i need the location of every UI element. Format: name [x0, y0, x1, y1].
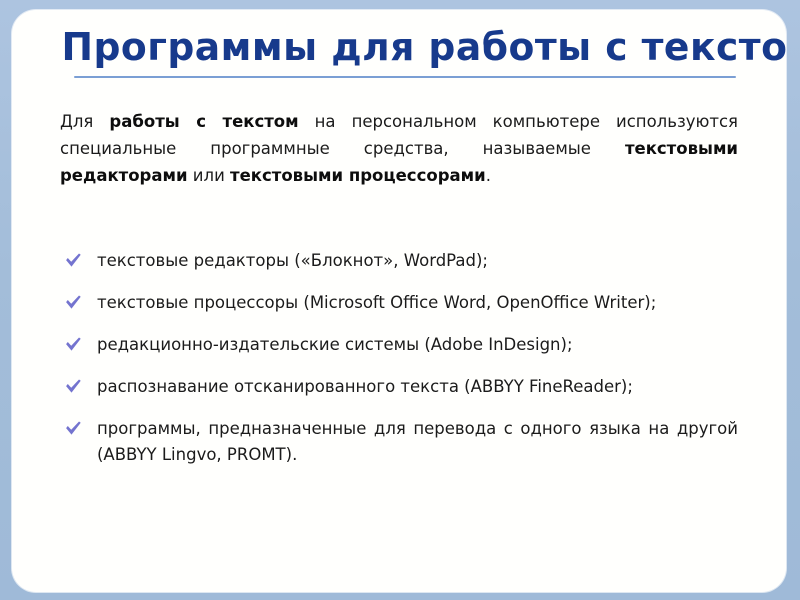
- intro-emphasis-1: работы с текстом: [109, 112, 299, 131]
- list-item: программы, предназначенные для перевода …: [64, 416, 738, 468]
- list-item-label: редакционно-издательские системы (Adobe …: [97, 335, 573, 354]
- software-category-list: текстовые редакторы («Блокнот», WordPad)…: [64, 248, 738, 468]
- intro-text-part-3: или: [187, 166, 231, 185]
- title-underline-rule: [74, 76, 736, 78]
- check-icon: [64, 251, 83, 270]
- check-icon: [64, 377, 83, 396]
- intro-emphasis-3: текстовыми процессорами: [230, 166, 486, 185]
- intro-paragraph: Для работы с текстом на персональном ком…: [60, 108, 738, 189]
- list-item: распознавание отсканированного текста (A…: [64, 374, 738, 400]
- slide-card: Программы для работы с текстом Для работ…: [12, 10, 786, 592]
- list-item: текстовые процессоры (Microsoft Office W…: [64, 290, 738, 316]
- body-area: Для работы с текстом на персональном ком…: [60, 108, 738, 189]
- check-icon: [64, 293, 83, 312]
- list-item-label: текстовые процессоры (Microsoft Office W…: [97, 293, 657, 312]
- intro-text-part-4: .: [485, 166, 491, 185]
- list-item-label: текстовые редакторы («Блокнот», WordPad)…: [97, 251, 488, 270]
- check-icon: [64, 335, 83, 354]
- slide-frame: Программы для работы с текстом Для работ…: [0, 0, 800, 600]
- list-item: редакционно-издательские системы (Adobe …: [64, 332, 738, 358]
- list-item-label: программы, предназначенные для перевода …: [97, 419, 738, 464]
- intro-text-part-1: Для: [60, 112, 110, 131]
- title-block: Программы для работы с текстом: [58, 24, 786, 78]
- page-title: Программы для работы с текстом: [61, 25, 786, 69]
- list-item: текстовые редакторы («Блокнот», WordPad)…: [64, 248, 738, 274]
- check-icon: [64, 419, 83, 438]
- list-item-label: распознавание отсканированного текста (A…: [97, 377, 633, 396]
